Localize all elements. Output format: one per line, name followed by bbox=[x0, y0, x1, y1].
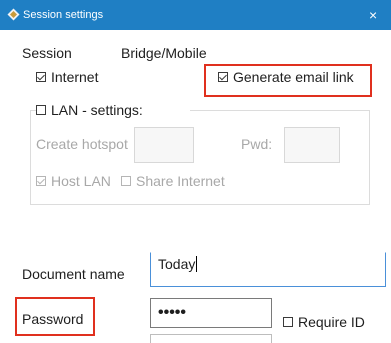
app-diamond-icon bbox=[7, 8, 20, 21]
pwd-label: Pwd: bbox=[241, 136, 273, 152]
host-lan-label: Host LAN bbox=[51, 173, 111, 189]
document-name-label: Document name bbox=[22, 266, 125, 282]
document-name-value: Today bbox=[158, 256, 196, 272]
password-mask: ••••• bbox=[158, 304, 187, 321]
session-tab[interactable]: Session bbox=[22, 44, 72, 62]
bridge-mobile-tab[interactable]: Bridge/Mobile bbox=[121, 44, 207, 62]
password-field[interactable]: ••••• bbox=[150, 298, 272, 328]
host-lan-option[interactable]: Host LAN bbox=[36, 172, 126, 190]
lan-settings-option[interactable]: LAN - settings: bbox=[36, 101, 190, 119]
window-title: Session settings bbox=[23, 9, 104, 21]
highlight-password bbox=[15, 297, 95, 336]
host-lan-checkbox[interactable] bbox=[36, 176, 46, 186]
share-internet-checkbox[interactable] bbox=[121, 176, 131, 186]
hotspot-field[interactable] bbox=[134, 127, 194, 163]
require-id-label: Require ID bbox=[298, 314, 365, 330]
internet-label: Internet bbox=[51, 69, 99, 85]
lan-settings-label: LAN - settings: bbox=[51, 102, 143, 118]
require-id-checkbox[interactable] bbox=[283, 317, 293, 327]
next-field[interactable] bbox=[150, 334, 272, 343]
document-name-field[interactable]: Today bbox=[150, 252, 386, 287]
internet-option[interactable]: Internet bbox=[36, 68, 126, 86]
lan-settings-checkbox[interactable] bbox=[36, 105, 46, 115]
share-internet-label: Share Internet bbox=[136, 173, 225, 189]
pwd-field[interactable] bbox=[284, 127, 340, 163]
highlight-email-link bbox=[204, 64, 372, 97]
share-internet-option[interactable]: Share Internet bbox=[121, 172, 251, 190]
title-bar[interactable]: Session settings × bbox=[0, 0, 391, 30]
internet-checkbox[interactable] bbox=[36, 72, 46, 82]
create-hotspot-label: Create hotspot bbox=[36, 136, 128, 152]
close-icon[interactable]: × bbox=[369, 0, 391, 30]
text-caret bbox=[196, 256, 198, 272]
require-id-option[interactable]: Require ID bbox=[283, 313, 383, 331]
